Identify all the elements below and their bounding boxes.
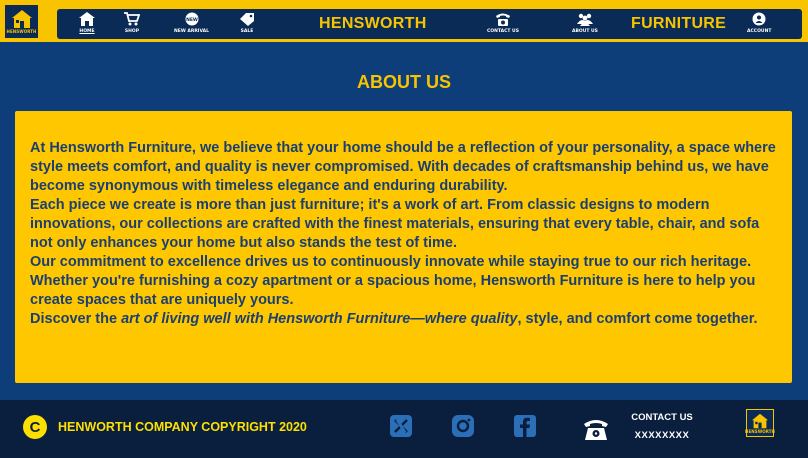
nav-new-arrival[interactable]: NEW NEW ARRIVAL — [174, 12, 209, 37]
nav-account[interactable]: ACCOUNT — [747, 12, 771, 37]
about-paragraph-4: Discover the art of living well with Hen… — [30, 310, 777, 329]
instagram-link[interactable] — [451, 414, 475, 438]
header-bar: HENSWORTH HOME SHOP NEW NEW ARRIVAL SALE… — [0, 0, 808, 42]
facebook-link[interactable] — [513, 414, 537, 438]
user-icon — [752, 12, 766, 26]
x-link[interactable] — [389, 414, 413, 438]
nav-contact-us[interactable]: CONTACT US — [487, 12, 519, 37]
nav-contact-us-label: CONTACT US — [487, 29, 519, 34]
copyright-icon: C — [23, 415, 47, 439]
about-paragraph-1: At Hensworth Furniture, we believe that … — [30, 140, 776, 194]
nav-about-us-label: ABOUT US — [572, 29, 598, 34]
nav-about-us[interactable]: ABOUT US — [572, 12, 598, 37]
house-icon — [752, 413, 768, 428]
nav-account-label: ACCOUNT — [747, 29, 772, 34]
phone-icon — [584, 420, 608, 440]
x-icon — [390, 415, 412, 437]
cart-icon — [124, 12, 140, 26]
nav-sale-label: SALE — [240, 29, 254, 34]
navbar: HOME SHOP NEW NEW ARRIVAL SALE HENSWORTH… — [57, 9, 802, 39]
svg-text:NEW: NEW — [186, 17, 198, 23]
about-p4-end: , style, and comfort come together. — [517, 311, 758, 327]
copyright-text: HENWORTH COMPANY COPYRIGHT 2020 — [58, 420, 307, 434]
footer-logo[interactable]: HENSWORTH — [745, 409, 775, 437]
house-icon — [11, 10, 32, 28]
tag-icon — [240, 13, 254, 26]
nav-home[interactable]: HOME — [79, 12, 95, 37]
new-badge-icon: NEW — [185, 12, 198, 26]
about-paragraph-3: Our commitment to excellence drives us t… — [30, 254, 756, 308]
people-icon — [576, 13, 593, 26]
brand-name-right: FURNITURE — [631, 15, 727, 32]
footer-logo-text: HENSWORTH — [745, 428, 775, 434]
copyright-symbol: C — [29, 418, 41, 436]
logo-text: HENSWORTH — [6, 29, 37, 34]
nav-sale[interactable]: SALE — [239, 12, 255, 37]
logo[interactable]: HENSWORTH — [5, 5, 38, 38]
about-p4-start: Discover the — [30, 311, 122, 327]
about-paragraph-2: Each piece we create is more than just f… — [30, 197, 760, 251]
contact-label: CONTACT US — [631, 412, 693, 423]
facebook-icon — [514, 415, 536, 437]
about-p4-emphasis: art of living well with Hensworth Furnit… — [121, 311, 518, 327]
phone-icon — [495, 13, 510, 26]
about-content-card: At Hensworth Furniture, we believe that … — [15, 111, 792, 383]
page-title: ABOUT US — [357, 72, 451, 92]
contact-value: XXXXXXXX — [634, 430, 690, 441]
nav-shop[interactable]: SHOP — [124, 12, 140, 37]
nav-home-label: HOME — [79, 29, 95, 34]
brand-name-left: HENSWORTH — [319, 15, 427, 32]
nav-shop-label: SHOP — [124, 29, 140, 34]
instagram-icon — [452, 415, 474, 437]
nav-new-arrival-label: NEW ARRIVAL — [174, 29, 209, 34]
footer: C HENWORTH COMPANY COPYRIGHT 2020 CONTAC… — [0, 400, 808, 458]
home-icon — [79, 12, 95, 26]
